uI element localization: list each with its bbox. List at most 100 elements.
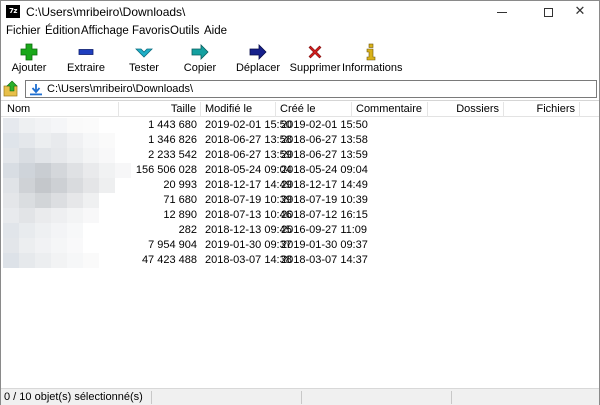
file-modified: 2018-07-13 10:46 (205, 209, 292, 221)
column-modified[interactable]: Modifié le (201, 102, 276, 117)
app-window: 7z C:\Users\mribeiro\Downloads\ ✕ Fichie… (0, 0, 600, 405)
window-title: C:\Users\mribeiro\Downloads\ (26, 5, 186, 19)
extract-button[interactable]: Extraire (63, 41, 109, 79)
column-created[interactable]: Créé le (276, 102, 352, 117)
file-created: 2018-12-17 14:49 (281, 179, 368, 191)
file-modified: 2019-01-30 09:37 (205, 239, 292, 251)
file-row[interactable]: 12 890 2018-07-13 10:46 2018-07-12 16:15 (1, 208, 599, 223)
copy-icon (191, 44, 209, 60)
7zip-logo-icon: 7z (6, 5, 20, 18)
parent-folder-button[interactable] (3, 80, 21, 98)
add-button[interactable]: Ajouter (7, 41, 51, 79)
redacted-filename (3, 133, 127, 148)
column-size[interactable]: Taille (119, 102, 201, 117)
info-button[interactable]: Informations (342, 41, 403, 79)
selection-status: 0 / 10 objet(s) sélectionné(s) (4, 391, 143, 403)
address-row: C:\Users\mribeiro\Downloads\ (1, 79, 599, 99)
move-icon (249, 44, 267, 60)
file-created: 2016-09-27 11:09 (281, 224, 368, 236)
file-size: 20 993 (163, 179, 197, 191)
file-modified: 2019-02-01 15:50 (205, 119, 292, 131)
status-bar: 0 / 10 objet(s) sélectionné(s) (1, 388, 599, 405)
delete-label: Supprimer (289, 62, 341, 74)
address-field[interactable]: C:\Users\mribeiro\Downloads\ (25, 80, 597, 98)
file-row[interactable]: 1 346 826 2018-06-27 13:58 2018-06-27 13… (1, 133, 599, 148)
add-icon (20, 43, 38, 61)
menu-aide[interactable]: Aide (204, 25, 227, 37)
file-size: 1 346 826 (148, 134, 197, 146)
file-created: 2019-02-01 15:50 (281, 119, 368, 131)
status-divider (301, 391, 302, 404)
file-created: 2018-06-27 13:59 (281, 149, 368, 161)
file-size: 156 506 028 (135, 164, 197, 176)
menu-edition[interactable]: Édition (45, 25, 80, 37)
redacted-filename (3, 238, 127, 253)
column-files[interactable]: Fichiers (504, 102, 580, 117)
delete-button[interactable]: Supprimer (287, 41, 343, 79)
address-path: C:\Users\mribeiro\Downloads\ (47, 83, 194, 95)
file-created: 2018-03-07 14:37 (281, 254, 368, 266)
menu-outils[interactable]: Outils (170, 25, 199, 37)
maximize-button[interactable] (531, 1, 565, 23)
file-row[interactable]: 156 506 028 2018-05-24 09:04 2018-05-24 … (1, 163, 599, 178)
redacted-filename (3, 223, 127, 238)
file-row[interactable]: 1 443 680 2019-02-01 15:50 2019-02-01 15… (1, 118, 599, 133)
file-modified: 2018-12-17 14:49 (205, 179, 292, 191)
minimize-icon (497, 12, 507, 13)
file-modified: 2018-06-27 13:59 (205, 149, 292, 161)
column-folders[interactable]: Dossiers (428, 102, 504, 117)
delete-icon (308, 45, 322, 59)
maximize-icon (543, 8, 553, 17)
file-created: 2018-05-24 09:04 (281, 164, 368, 176)
file-modified: 2018-03-07 14:38 (205, 254, 292, 266)
column-name[interactable]: Nom (3, 102, 119, 117)
file-row[interactable]: 2 233 542 2018-06-27 13:59 2018-06-27 13… (1, 148, 599, 163)
file-created: 2018-07-12 16:15 (281, 209, 368, 221)
column-comment[interactable]: Commentaire (352, 102, 428, 117)
redacted-filename (3, 118, 127, 133)
menu-fichier[interactable]: Fichier (6, 25, 41, 37)
file-size: 47 423 488 (141, 254, 197, 266)
extract-icon (78, 49, 94, 55)
download-folder-icon (30, 84, 42, 96)
column-header: Nom Taille Modifié le Créé le Commentair… (1, 100, 599, 117)
folder-up-icon (3, 80, 18, 97)
file-row[interactable]: 282 2018-12-13 09:45 2016-09-27 11:09 (1, 223, 599, 238)
file-row[interactable]: 71 680 2018-07-19 10:39 2018-07-19 10:39 (1, 193, 599, 208)
file-size: 71 680 (163, 194, 197, 206)
redacted-filename (3, 148, 127, 163)
redacted-filename (3, 178, 127, 193)
close-button[interactable]: ✕ (563, 1, 597, 23)
menu-bar: Fichier Édition Affichage Favoris Outils… (1, 23, 599, 41)
test-button[interactable]: Tester (121, 41, 167, 79)
file-row[interactable]: 47 423 488 2018-03-07 14:38 2018-03-07 1… (1, 253, 599, 268)
file-size: 282 (178, 224, 197, 236)
file-row[interactable]: 7 954 904 2019-01-30 09:37 2019-01-30 09… (1, 238, 599, 253)
file-size: 12 890 (163, 209, 197, 221)
menu-affichage[interactable]: Affichage (81, 25, 129, 37)
file-row[interactable]: 20 993 2018-12-17 14:49 2018-12-17 14:49 (1, 178, 599, 193)
close-icon: ✕ (574, 4, 586, 19)
info-icon (366, 43, 376, 61)
add-label: Ajouter (11, 62, 47, 74)
redacted-filename (3, 208, 127, 223)
test-icon (135, 48, 153, 58)
toolbar: Ajouter Extraire Tester Copier Déplacer (1, 41, 599, 79)
redacted-filename (3, 253, 127, 268)
redacted-filename (3, 193, 127, 208)
status-divider (451, 391, 452, 404)
copy-button[interactable]: Copier (177, 41, 223, 79)
copy-label: Copier (183, 62, 217, 74)
file-size: 7 954 904 (148, 239, 197, 251)
test-label: Tester (129, 62, 159, 74)
move-label: Déplacer (235, 62, 281, 74)
move-button[interactable]: Déplacer (233, 41, 283, 79)
redacted-filename (3, 163, 131, 178)
title-bar[interactable]: 7z C:\Users\mribeiro\Downloads\ ✕ (1, 1, 599, 23)
status-divider (151, 391, 152, 404)
file-size: 1 443 680 (148, 119, 197, 131)
minimize-button[interactable] (485, 1, 519, 23)
menu-favoris[interactable]: Favoris (132, 25, 170, 37)
file-modified: 2018-05-24 09:04 (205, 164, 292, 176)
file-modified: 2018-07-19 10:39 (205, 194, 292, 206)
